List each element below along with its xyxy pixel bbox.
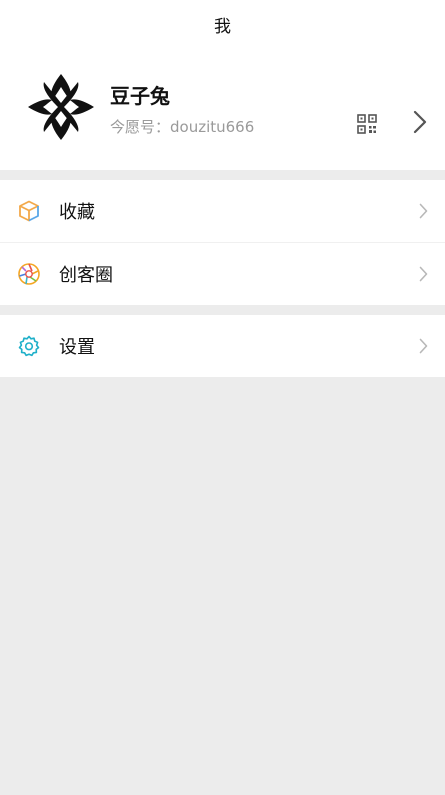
menu-item-maker-circle[interactable]: 创客圈 (0, 242, 445, 305)
menu-item-label: 创客圈 (59, 265, 113, 286)
cube-icon (19, 200, 39, 222)
menu-group-secondary: 设置 (0, 315, 445, 377)
menu-item-label: 收藏 (59, 202, 95, 223)
chevron-right-icon[interactable] (413, 110, 427, 134)
chevron-right-icon (419, 266, 428, 282)
menu-group-primary: 收藏 创客圈 (0, 180, 445, 305)
gear-icon (18, 335, 40, 357)
menu-item-favorites[interactable]: 收藏 (0, 180, 445, 242)
top-bar: 我 (0, 0, 445, 48)
section-divider (0, 170, 445, 180)
menu-item-label: 设置 (59, 337, 95, 358)
qr-code-icon[interactable] (357, 114, 377, 134)
profile-name: 豆子兔 (110, 84, 170, 108)
profile-card[interactable]: 豆子兔 今愿号：douzitu666 (0, 48, 445, 170)
chevron-right-icon (419, 203, 428, 219)
profile-id: 今愿号：douzitu666 (110, 118, 255, 136)
chevron-right-icon (419, 338, 428, 354)
menu-item-settings[interactable]: 设置 (0, 315, 445, 377)
aperture-icon (18, 263, 40, 285)
page-title: 我 (214, 16, 231, 37)
avatar (28, 74, 94, 140)
section-divider (0, 305, 445, 315)
